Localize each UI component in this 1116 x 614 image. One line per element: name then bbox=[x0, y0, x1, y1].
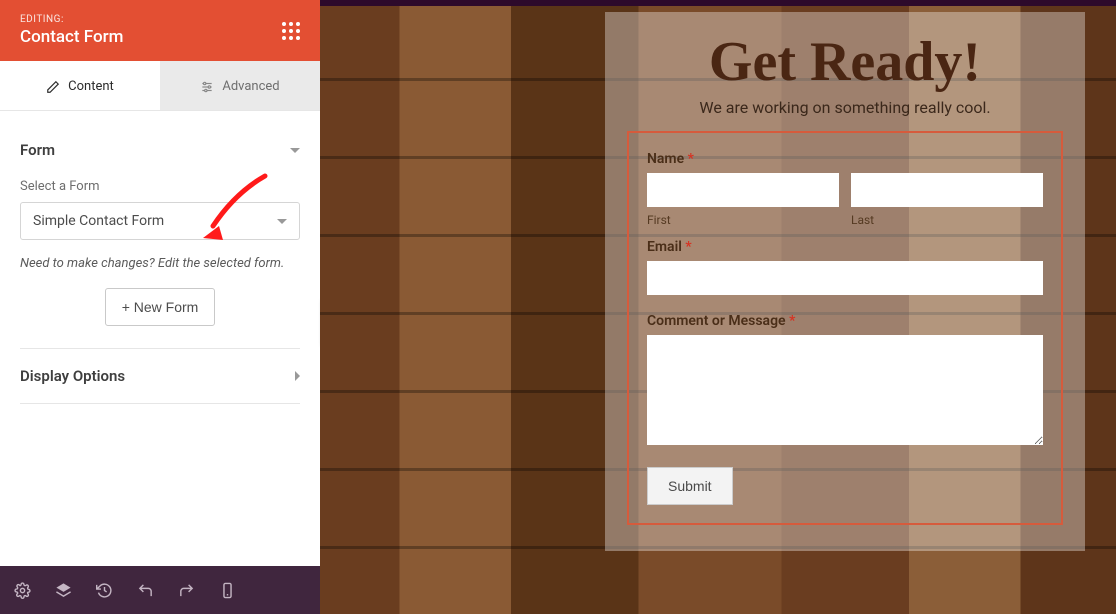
required-mark: * bbox=[789, 313, 795, 329]
required-mark: * bbox=[685, 239, 691, 255]
tab-advanced[interactable]: Advanced bbox=[160, 61, 320, 110]
first-name-input[interactable] bbox=[647, 173, 839, 207]
last-name-input[interactable] bbox=[851, 173, 1043, 207]
chevron-down-icon bbox=[277, 219, 287, 224]
page-title: Get Ready! bbox=[627, 30, 1063, 94]
new-form-button[interactable]: + New Form bbox=[105, 288, 216, 326]
gear-icon[interactable] bbox=[14, 582, 31, 599]
section-display-options[interactable]: Display Options bbox=[20, 348, 300, 404]
last-sublabel: Last bbox=[851, 213, 1043, 227]
section-form-title: Form bbox=[20, 141, 55, 159]
tab-content-label: Content bbox=[68, 79, 114, 94]
layers-icon[interactable] bbox=[55, 582, 72, 599]
widget-title: Contact Form bbox=[20, 27, 123, 47]
select-form-value: Simple Contact Form bbox=[33, 213, 164, 229]
panel-header: EDITING: Contact Form bbox=[0, 0, 320, 61]
editing-label: EDITING: bbox=[20, 14, 123, 25]
editor-panel: EDITING: Contact Form Content Advanced F… bbox=[0, 0, 320, 614]
section-form-toggle[interactable]: Form bbox=[20, 131, 300, 173]
required-mark: * bbox=[688, 151, 694, 167]
email-label: Email * bbox=[647, 239, 1043, 255]
preview-canvas[interactable]: Get Ready! We are working on something r… bbox=[320, 0, 1116, 614]
panel-body: Form Select a Form Simple Contact Form N… bbox=[0, 111, 320, 566]
submit-button[interactable]: Submit bbox=[647, 467, 733, 505]
drag-handle-icon[interactable] bbox=[282, 22, 300, 40]
section-display-title: Display Options bbox=[20, 367, 125, 385]
select-form-dropdown[interactable]: Simple Contact Form bbox=[20, 202, 300, 240]
history-icon[interactable] bbox=[96, 582, 113, 599]
tab-advanced-label: Advanced bbox=[222, 79, 279, 94]
select-form-label: Select a Form bbox=[20, 179, 300, 194]
email-input[interactable] bbox=[647, 261, 1043, 295]
comment-label: Comment or Message * bbox=[647, 313, 1043, 329]
form-widget[interactable]: Name * First Last Email * Comment or Me bbox=[627, 131, 1063, 525]
tab-content[interactable]: Content bbox=[0, 61, 160, 110]
bottom-toolbar bbox=[0, 566, 320, 614]
name-label: Name * bbox=[647, 151, 1043, 167]
comment-textarea[interactable] bbox=[647, 335, 1043, 445]
hero-card[interactable]: Get Ready! We are working on something r… bbox=[605, 12, 1085, 551]
undo-icon[interactable] bbox=[137, 582, 154, 599]
redo-icon[interactable] bbox=[178, 582, 195, 599]
chevron-right-icon bbox=[295, 371, 300, 381]
first-sublabel: First bbox=[647, 213, 839, 227]
help-text: Need to make changes? Edit the selected … bbox=[20, 254, 300, 274]
chevron-down-icon bbox=[290, 148, 300, 153]
mobile-icon[interactable] bbox=[219, 582, 236, 599]
tabs: Content Advanced bbox=[0, 61, 320, 111]
page-subtitle: We are working on something really cool. bbox=[627, 98, 1063, 117]
pencil-icon bbox=[46, 80, 60, 94]
sliders-icon bbox=[200, 80, 214, 94]
